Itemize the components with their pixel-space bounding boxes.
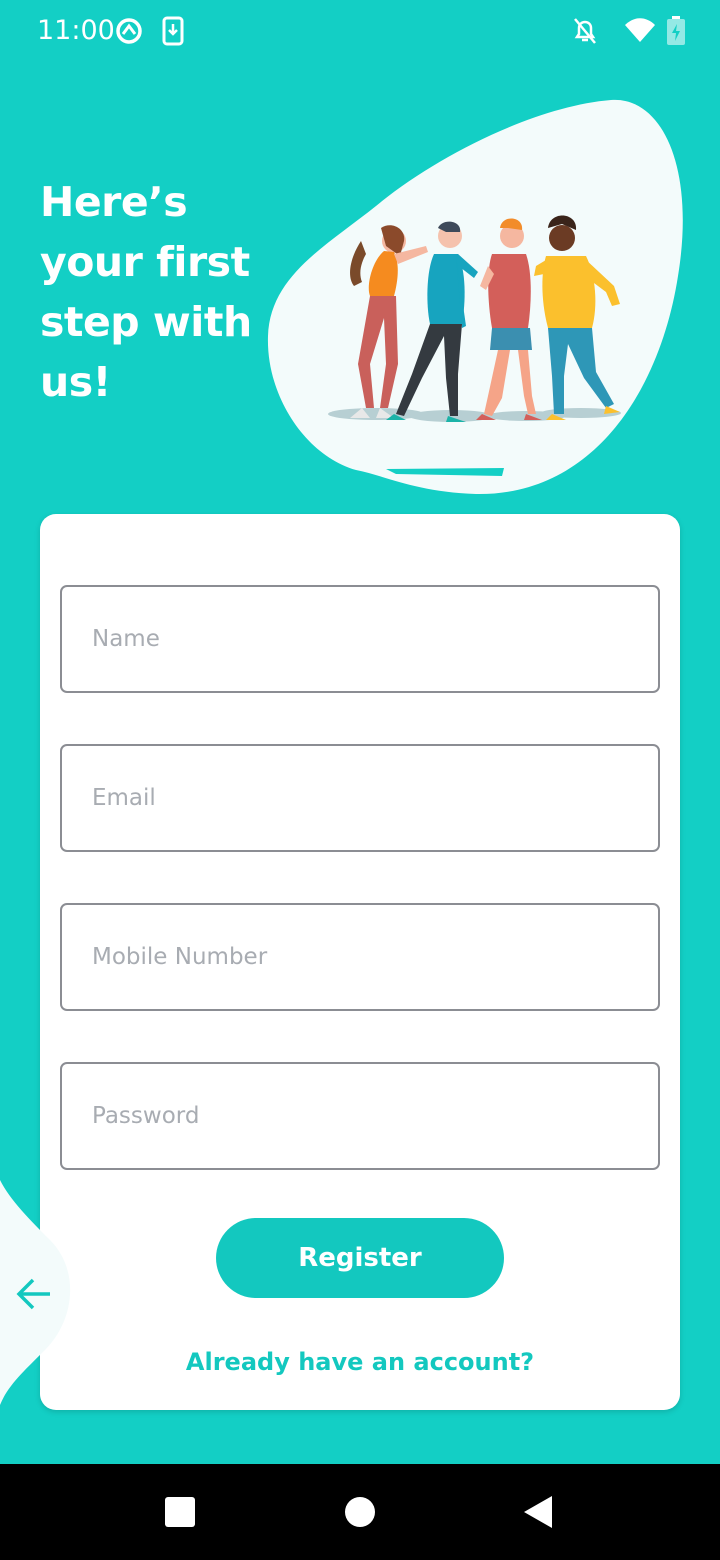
system-nav-bar	[0, 1464, 720, 1560]
people-group-illustration	[266, 96, 686, 500]
password-input[interactable]	[62, 1064, 658, 1168]
back-button[interactable]	[0, 1180, 72, 1414]
mobile-number-field[interactable]	[60, 903, 660, 1011]
back-nav-button[interactable]	[488, 1464, 588, 1560]
download-icon	[162, 16, 184, 50]
battery-charging-icon	[666, 16, 686, 50]
name-input[interactable]	[62, 587, 658, 691]
page-title: Here’s your first step with us!	[40, 178, 252, 406]
password-field[interactable]	[60, 1062, 660, 1170]
email-field[interactable]	[60, 744, 660, 852]
home-button[interactable]	[310, 1464, 410, 1560]
wifi-icon	[624, 16, 656, 48]
status-bar: 11:00	[0, 0, 720, 62]
recents-square-icon	[165, 1497, 195, 1527]
home-circle-icon	[345, 1497, 375, 1527]
recents-button[interactable]	[130, 1464, 230, 1560]
register-button[interactable]: Register	[216, 1218, 504, 1298]
status-time: 11:00	[37, 15, 115, 46]
name-field[interactable]	[60, 585, 660, 693]
notifications-off-icon	[572, 16, 598, 50]
register-form-card: Register Already have an account?	[40, 514, 680, 1410]
back-triangle-icon	[524, 1496, 552, 1528]
already-have-account-link[interactable]: Already have an account?	[40, 1348, 680, 1376]
mobile-number-input[interactable]	[62, 905, 658, 1009]
data-saver-icon	[114, 16, 144, 50]
email-input[interactable]	[62, 746, 658, 850]
